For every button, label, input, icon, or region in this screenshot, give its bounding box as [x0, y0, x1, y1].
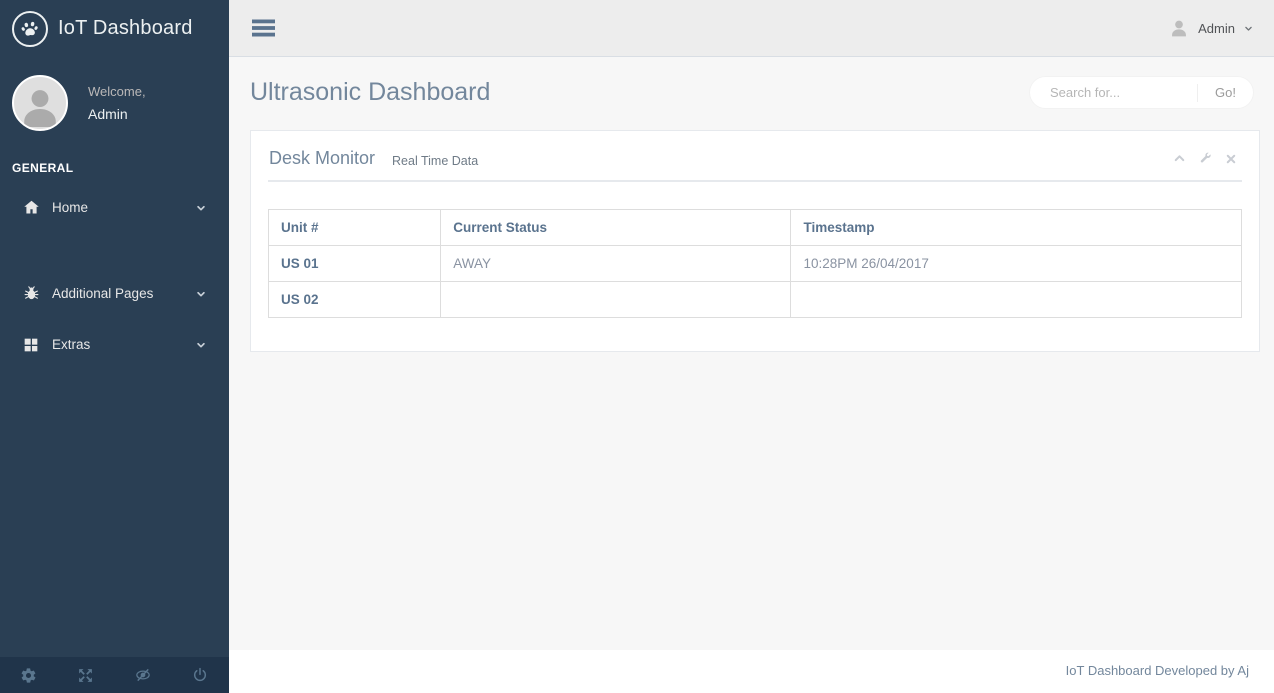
panel-settings-button[interactable]	[1199, 152, 1212, 165]
sidebar-profile: Welcome, Admin	[12, 75, 229, 131]
welcome-label: Welcome,	[88, 84, 146, 99]
main-area: Admin Ultrasonic Dashboard Go! Desk Moni…	[229, 0, 1274, 693]
panel-title: Desk Monitor	[269, 148, 376, 168]
power-icon	[192, 667, 208, 683]
sidebar-item-label: Additional Pages	[52, 286, 154, 301]
sidebar-item-additional-pages[interactable]: Additional Pages	[0, 275, 229, 312]
eye-slash-icon	[134, 666, 152, 684]
cell-status	[440, 281, 792, 318]
cell-unit: US 02	[267, 281, 442, 318]
cell-timestamp	[790, 281, 1242, 318]
sidebar-item-extras[interactable]: Extras	[0, 326, 229, 363]
power-button[interactable]	[172, 657, 229, 693]
chevron-down-icon	[196, 289, 206, 299]
panel-subtitle: Real Time Data	[392, 153, 479, 168]
search-go-button[interactable]: Go!	[1198, 85, 1253, 100]
fullscreen-button[interactable]	[57, 657, 114, 693]
cell-unit: US 01	[267, 245, 442, 282]
eye-slash-button[interactable]	[115, 657, 172, 693]
settings-button[interactable]	[0, 657, 57, 693]
table-row: US 01 AWAY 10:28PM 26/04/2017	[267, 245, 1242, 282]
close-icon	[1225, 153, 1237, 165]
chevron-up-icon	[1173, 152, 1186, 165]
chevron-down-icon	[196, 203, 206, 213]
page-footer: IoT Dashboard Developed by Aj	[229, 650, 1274, 693]
table-row: US 02	[267, 281, 1242, 318]
panel-toolbar	[1173, 152, 1241, 165]
sidebar-menu: Home Additional Pages Extras	[0, 189, 229, 363]
column-header-status: Current Status	[440, 209, 792, 246]
paw-icon	[12, 10, 48, 47]
chevron-down-icon	[1244, 24, 1253, 33]
sidebar-footer	[0, 657, 229, 693]
app-window: IoT Dashboard Welcome, Admin GENERAL Hom…	[0, 0, 1274, 693]
avatar	[12, 75, 68, 131]
page-content: Ultrasonic Dashboard Go! Desk Monitor Re…	[229, 57, 1274, 650]
search-input[interactable]	[1030, 85, 1198, 100]
desk-monitor-panel: Desk Monitor Real Time Data Unit # Curre…	[250, 130, 1260, 352]
profile-username: Admin	[88, 106, 128, 122]
sidebar-item-label: Home	[52, 200, 89, 215]
user-icon	[1169, 17, 1189, 39]
cell-timestamp: 10:28PM 26/04/2017	[790, 245, 1242, 282]
home-icon	[22, 199, 40, 216]
sidebar: IoT Dashboard Welcome, Admin GENERAL Hom…	[0, 0, 229, 693]
footer-credit: IoT Dashboard Developed by Aj	[1065, 663, 1249, 678]
menu-toggle-button[interactable]	[245, 14, 282, 42]
topbar-username: Admin	[1198, 20, 1235, 36]
bug-icon	[22, 285, 40, 302]
windows-icon	[22, 337, 40, 353]
top-navbar: Admin	[229, 0, 1274, 57]
column-header-unit: Unit #	[267, 209, 442, 246]
sidebar-item-label: Extras	[52, 337, 91, 352]
cell-status: AWAY	[440, 245, 792, 282]
sidebar-item-home[interactable]: Home	[0, 189, 229, 226]
user-dropdown-toggle[interactable]: Admin	[1169, 17, 1253, 39]
gear-icon	[20, 667, 37, 684]
hamburger-icon	[252, 19, 275, 37]
wrench-icon	[1199, 152, 1212, 165]
column-header-timestamp: Timestamp	[790, 209, 1242, 246]
search-box: Go!	[1030, 77, 1253, 108]
brand-title: IoT Dashboard	[58, 17, 193, 39]
fullscreen-icon	[77, 667, 94, 684]
collapse-panel-button[interactable]	[1173, 152, 1186, 165]
page-title: Ultrasonic Dashboard	[250, 78, 491, 106]
brand-logo[interactable]: IoT Dashboard	[0, 0, 229, 57]
close-panel-button[interactable]	[1225, 153, 1237, 165]
chevron-down-icon	[196, 340, 206, 350]
desk-monitor-table: Unit # Current Status Timestamp US 01 AW…	[267, 209, 1242, 318]
sidebar-section-label: GENERAL	[12, 161, 74, 175]
